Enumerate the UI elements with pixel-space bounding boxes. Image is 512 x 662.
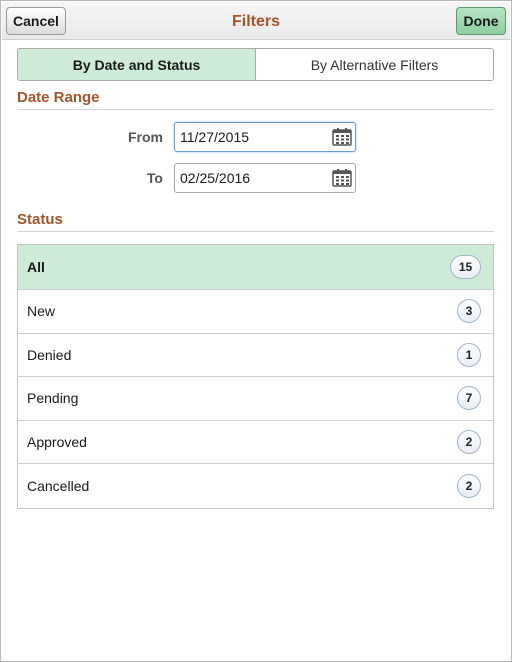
filter-mode-tabs: By Date and Status By Alternative Filter… [17, 48, 494, 81]
page-title: Filters [231, 13, 280, 30]
tab-by-date-and-status[interactable]: By Date and Status [18, 49, 256, 80]
filters-panel: Cancel Filters Done By Date and Status B… [0, 0, 512, 662]
calendar-icon[interactable] [332, 169, 352, 187]
status-divider [17, 231, 494, 232]
status-item-denied[interactable]: Denied 1 [18, 334, 493, 377]
count-badge: 7 [457, 386, 481, 411]
header-bar: Cancel Filters Done [2, 2, 510, 40]
status-item-pending[interactable]: Pending 7 [18, 377, 493, 421]
count-badge: 2 [457, 473, 481, 498]
to-label: To [146, 170, 163, 186]
date-range-heading: Date Range [17, 89, 100, 106]
status-item-new[interactable]: New 3 [18, 290, 493, 334]
status-item-all[interactable]: All 15 [18, 245, 493, 290]
done-button[interactable]: Done [456, 7, 506, 35]
tab-by-alternative-filters[interactable]: By Alternative Filters [256, 49, 493, 80]
status-item-approved[interactable]: Approved 2 [18, 421, 493, 464]
from-label: From [128, 129, 163, 145]
status-item-label: All [27, 259, 45, 275]
calendar-icon[interactable] [332, 128, 352, 146]
count-badge: 15 [450, 255, 481, 279]
status-item-label: Approved [27, 433, 87, 450]
status-list: All 15 New 3 Denied 1 Pending 7 Approved… [17, 244, 494, 509]
from-date-input[interactable] [174, 122, 356, 152]
status-item-cancelled[interactable]: Cancelled 2 [18, 464, 493, 508]
to-date-input[interactable] [174, 163, 356, 193]
status-item-label: Cancelled [27, 477, 90, 494]
status-item-label: Pending [27, 390, 79, 407]
count-badge: 3 [457, 299, 481, 324]
status-item-label: Denied [27, 346, 72, 363]
date-range-divider [17, 109, 494, 110]
status-item-label: New [27, 303, 56, 320]
count-badge: 1 [457, 342, 481, 367]
status-heading: Status [17, 211, 63, 228]
count-badge: 2 [457, 429, 481, 454]
